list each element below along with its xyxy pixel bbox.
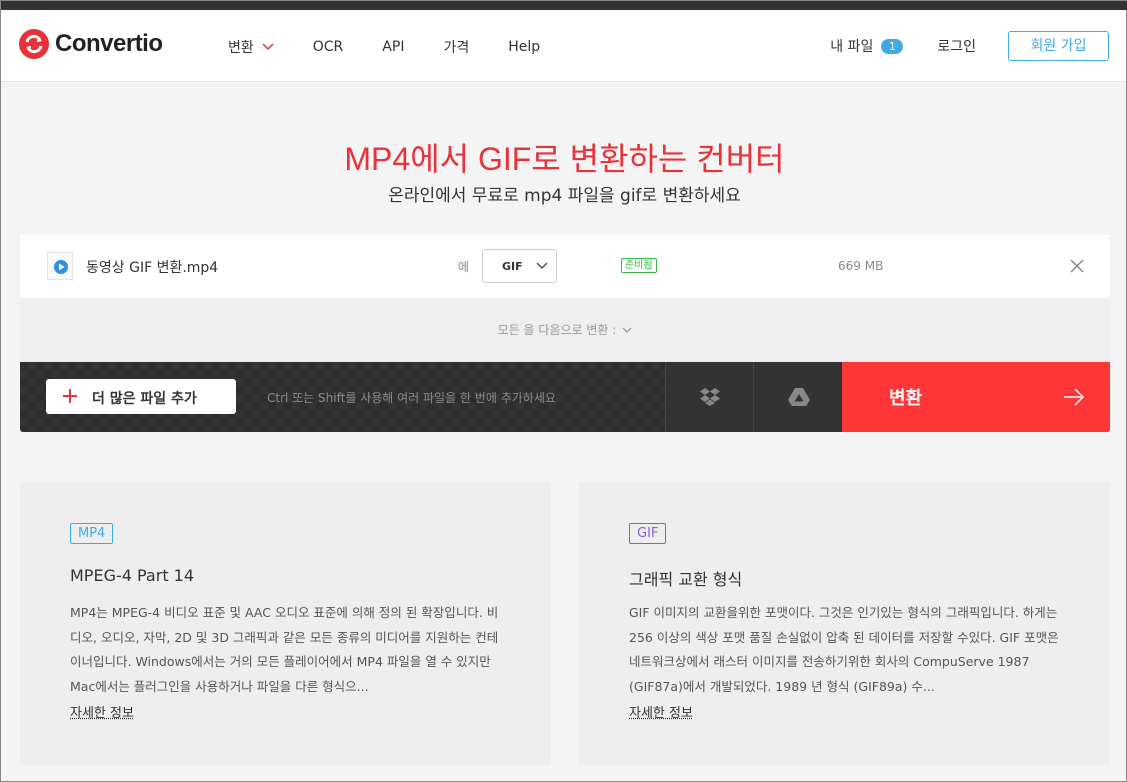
output-format-value: GIF bbox=[502, 260, 523, 273]
chevron-down-icon bbox=[622, 327, 632, 334]
info-card-mp4: MP4 MPEG-4 Part 14 MP4는 MPEG-4 비디오 표준 및 … bbox=[20, 482, 551, 765]
add-more-files-button[interactable]: 더 많은 파일 추가 bbox=[46, 379, 236, 414]
logo[interactable]: Convertio bbox=[19, 29, 163, 59]
nav-pricing-label: 가격 bbox=[443, 37, 469, 57]
my-files-link[interactable]: 내 파일 1 bbox=[830, 36, 903, 56]
convert-all-label: 모든 을 다음으로 변환 : bbox=[498, 323, 617, 337]
convert-all-dropdown[interactable]: 모든 을 다음으로 변환 : bbox=[20, 321, 1110, 338]
nav-ocr-label: OCR bbox=[313, 39, 344, 55]
my-files-label: 내 파일 bbox=[830, 36, 873, 56]
convert-button[interactable]: 변환 bbox=[842, 362, 1110, 432]
dropbox-icon bbox=[699, 387, 721, 407]
window-top-strip bbox=[1, 1, 1127, 10]
format-tag-gif: GIF bbox=[629, 523, 666, 544]
chevron-down-icon bbox=[262, 43, 274, 51]
multi-select-hint: Ctrl 또는 Shift를 사용해 여러 파일을 한 번에 추가하세요 bbox=[267, 389, 556, 406]
output-format-select[interactable]: GIF bbox=[482, 249, 557, 283]
arrow-right-icon bbox=[1063, 387, 1085, 407]
dropbox-button[interactable] bbox=[665, 362, 753, 432]
nav-ocr[interactable]: OCR bbox=[313, 37, 344, 57]
status-badge: 준비됨 bbox=[621, 258, 657, 273]
convertio-logo-icon bbox=[19, 29, 49, 59]
file-row: 동영상 GIF 변환.mp4 에 GIF 준비됨 669 MB bbox=[20, 235, 1110, 298]
file-size: 669 MB bbox=[838, 259, 883, 273]
info-card-title: 그래픽 교환 형식 bbox=[629, 566, 742, 590]
my-files-count-badge: 1 bbox=[881, 39, 903, 54]
info-card-gif: GIF 그래픽 교환 형식 GIF 이미지의 교환을위한 포맷이다. 그것은 인… bbox=[579, 482, 1110, 765]
add-more-files-label: 더 많은 파일 추가 bbox=[92, 388, 197, 408]
logo-text: Convertio bbox=[55, 30, 163, 58]
login-link[interactable]: 로그인 bbox=[937, 36, 976, 56]
page-subtitle: 온라인에서 무료로 mp4 파일을 gif로 변환하세요 bbox=[1, 181, 1127, 206]
signup-button[interactable]: 회원 가입 bbox=[1008, 31, 1109, 61]
page-title: MP4에서 GIF로 변환하는 컨버터 bbox=[1, 134, 1127, 180]
convert-all-row: 모든 을 다음으로 변환 : bbox=[20, 298, 1110, 362]
play-icon bbox=[53, 259, 69, 275]
nav-convert[interactable]: 변환 bbox=[228, 37, 274, 57]
format-tag-mp4: MP4 bbox=[70, 523, 113, 544]
video-file-icon bbox=[47, 252, 73, 280]
google-drive-button[interactable] bbox=[753, 362, 841, 432]
chevron-down-icon bbox=[536, 262, 548, 270]
info-card-title: MPEG-4 Part 14 bbox=[70, 566, 194, 585]
nav-api[interactable]: API bbox=[382, 37, 404, 57]
more-info-link[interactable]: 자세한 정보 bbox=[629, 702, 693, 721]
to-label: 에 bbox=[458, 258, 469, 275]
header-actions: 내 파일 1 로그인 회원 가입 bbox=[830, 31, 1109, 61]
info-card-description: MP4는 MPEG-4 비디오 표준 및 AAC 오디오 표준에 의해 정의 된… bbox=[70, 601, 506, 699]
file-name: 동영상 GIF 변환.mp4 bbox=[86, 257, 218, 277]
info-card-description: GIF 이미지의 교환을위한 포맷이다. 그것은 인기있는 형식의 그래픽입니다… bbox=[629, 601, 1065, 699]
nav-pricing[interactable]: 가격 bbox=[443, 37, 469, 57]
action-bar: 더 많은 파일 추가 Ctrl 또는 Shift를 사용해 여러 파일을 한 번… bbox=[20, 362, 1110, 432]
convert-button-label: 변환 bbox=[889, 384, 922, 410]
nav-help[interactable]: Help bbox=[508, 37, 540, 57]
nav-help-label: Help bbox=[508, 39, 540, 55]
close-icon[interactable] bbox=[1069, 258, 1085, 274]
nav-convert-label: 변환 bbox=[228, 37, 254, 57]
nav-api-label: API bbox=[382, 39, 404, 55]
plus-icon bbox=[63, 389, 77, 403]
site-header: Convertio 변환 OCR API 가격 Help 내 파일 1 로그인 … bbox=[1, 10, 1126, 82]
google-drive-icon bbox=[787, 387, 811, 407]
more-info-link[interactable]: 자세한 정보 bbox=[70, 702, 134, 721]
main-nav: 변환 OCR API 가격 Help bbox=[228, 37, 579, 57]
